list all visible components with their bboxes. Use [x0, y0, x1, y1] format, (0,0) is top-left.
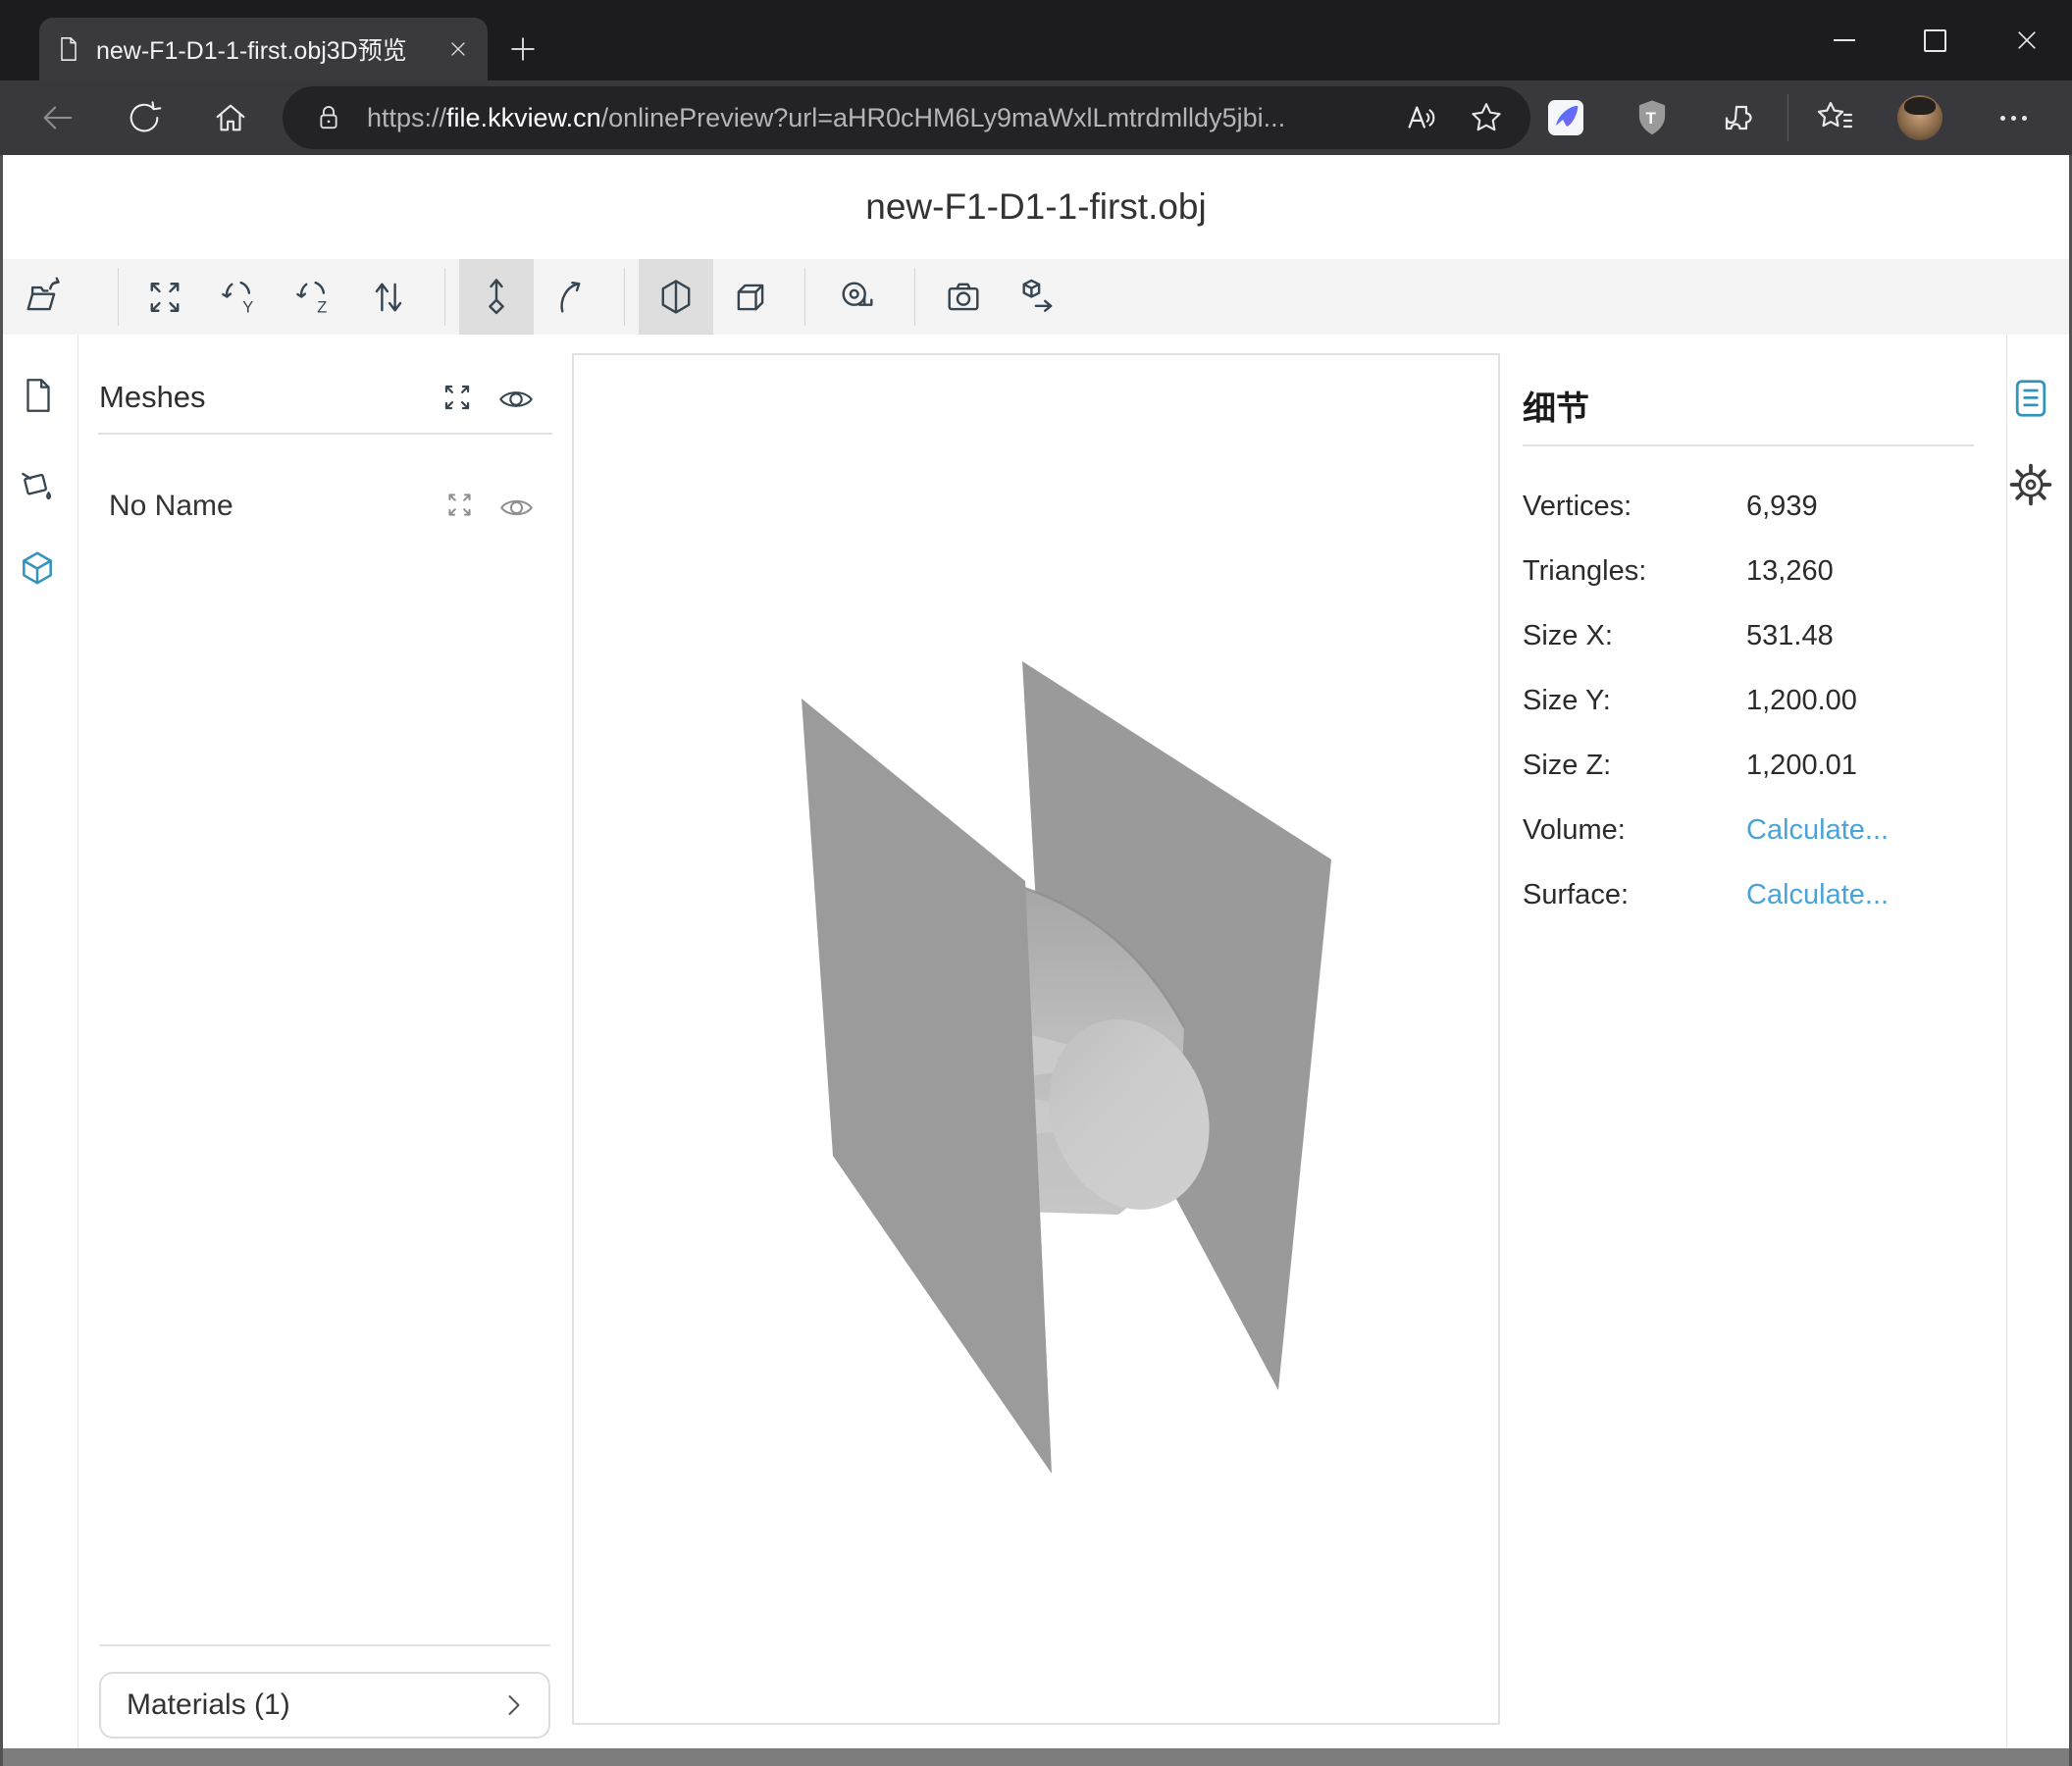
- detail-row: Triangles:13,260: [1523, 539, 1974, 603]
- details-panel-icon[interactable]: [2008, 376, 2053, 421]
- flip-up-vector-button[interactable]: [351, 259, 426, 335]
- tab-close-icon[interactable]: [446, 37, 470, 61]
- favorite-star-icon[interactable]: [1468, 99, 1505, 136]
- meshes-panel-icon[interactable]: [17, 548, 58, 590]
- vertices-value: 6,939: [1746, 491, 1818, 523]
- browser-tab[interactable]: new-F1-D1-1-first.obj3D预览: [39, 18, 488, 80]
- panel-divider: [1523, 444, 1974, 446]
- titlebar: new-F1-D1-1-first.obj3D预览: [0, 0, 2072, 80]
- preview-page: new-F1-D1-1-first.obj Y Z: [0, 155, 2072, 1748]
- meshes-panel-header: Meshes: [99, 374, 552, 421]
- window-maximize-button[interactable]: [1890, 0, 1981, 80]
- left-plane: [802, 699, 1052, 1474]
- url-scheme: https://: [367, 103, 446, 132]
- volume-calculate-link[interactable]: Calculate...: [1746, 814, 1889, 847]
- address-bar[interactable]: https://file.kkview.cn/onlinePreview?url…: [283, 86, 1530, 149]
- url-text: https://file.kkview.cn/onlinePreview?url…: [367, 103, 1285, 133]
- measure-button[interactable]: [820, 259, 895, 335]
- visibility-eye-icon[interactable]: [497, 381, 535, 414]
- extension-blue-icon[interactable]: [1546, 98, 1585, 137]
- viewport-3d[interactable]: [572, 353, 1500, 1725]
- settings-gear-icon[interactable]: [2006, 460, 2055, 509]
- details-panel-title: 细节: [1523, 382, 1589, 430]
- shading-mode-button[interactable]: [639, 259, 713, 335]
- window-close-button[interactable]: [1981, 0, 2072, 80]
- svg-text:T: T: [1646, 109, 1657, 128]
- mesh-name: No Name: [109, 490, 233, 523]
- surface-calculate-link[interactable]: Calculate...: [1746, 879, 1889, 911]
- window-bottom-edge: [0, 1748, 2072, 1766]
- fit-mesh-icon[interactable]: [444, 490, 475, 523]
- fit-to-window-button[interactable]: [128, 259, 202, 335]
- open-file-button[interactable]: [5, 259, 79, 335]
- detail-row: Size X:531.48: [1523, 603, 1974, 668]
- file-panel-icon[interactable]: [18, 375, 59, 416]
- chevron-right-icon: [499, 1690, 529, 1720]
- bounding-box-button[interactable]: [713, 259, 788, 335]
- profile-avatar[interactable]: [1897, 95, 1942, 140]
- up-vector-z-button[interactable]: Z: [277, 259, 351, 335]
- home-icon[interactable]: [212, 99, 249, 136]
- model-scene: [574, 355, 1498, 1723]
- detail-row: Surface:Calculate...: [1523, 862, 1974, 927]
- page-favicon-icon: [55, 35, 82, 63]
- toolbar-divider: [118, 268, 119, 326]
- panel-divider: [99, 1644, 550, 1646]
- window-minimize-button[interactable]: [1798, 0, 1890, 80]
- panel-divider: [98, 433, 552, 435]
- triangles-value: 13,260: [1746, 555, 1834, 588]
- meshes-panel-title: Meshes: [99, 380, 206, 415]
- toolbar-divider: [1787, 94, 1788, 141]
- new-tab-button[interactable]: [505, 31, 541, 67]
- detail-row: Volume:Calculate...: [1523, 798, 1974, 862]
- viewer-main: Meshes No Name: [0, 335, 2072, 1748]
- back-icon[interactable]: [39, 99, 77, 136]
- panel-divider: [2006, 335, 2007, 1748]
- size-z-value: 1,200.01: [1746, 750, 1857, 782]
- browser-window: new-F1-D1-1-first.obj3D预览 https://file.k…: [0, 0, 2072, 1766]
- svg-text:Z: Z: [317, 298, 327, 316]
- detail-row: Vertices:6,939: [1523, 474, 1974, 539]
- navigation-free-orbit-button[interactable]: [534, 259, 608, 335]
- up-vector-y-button[interactable]: Y: [202, 259, 277, 335]
- size-x-value: 531.48: [1746, 620, 1834, 652]
- export-model-button[interactable]: [1001, 259, 1075, 335]
- fit-meshes-icon[interactable]: [440, 381, 474, 414]
- read-aloud-icon[interactable]: [1403, 99, 1440, 136]
- toolbar-divider: [804, 268, 805, 326]
- extensions-puzzle-icon[interactable]: [1719, 98, 1758, 137]
- lock-icon[interactable]: [312, 101, 345, 134]
- refresh-icon[interactable]: [126, 99, 163, 136]
- viewer-toolbar: Y Z: [0, 259, 2072, 335]
- svg-text:Y: Y: [242, 298, 253, 316]
- toolbar-divider: [914, 268, 915, 326]
- collections-star-icon[interactable]: [1815, 98, 1854, 137]
- size-y-value: 1,200.00: [1746, 685, 1857, 717]
- mesh-visibility-eye-icon[interactable]: [498, 490, 535, 523]
- snapshot-button[interactable]: [926, 259, 1001, 335]
- browser-toolbar: https://file.kkview.cn/onlinePreview?url…: [0, 80, 2072, 155]
- details-table: Vertices:6,939 Triangles:13,260 Size X:5…: [1523, 474, 1974, 927]
- detail-row: Size Z:1,200.01: [1523, 733, 1974, 798]
- toolbar-divider: [624, 268, 625, 326]
- materials-panel-icon[interactable]: [17, 464, 58, 505]
- tab-title: new-F1-D1-1-first.obj3D预览: [96, 31, 407, 67]
- url-host: file.kkview.cn: [446, 103, 601, 132]
- window-left-edge: [0, 155, 3, 1766]
- detail-row: Size Y:1,200.00: [1523, 668, 1974, 733]
- materials-button[interactable]: Materials (1): [99, 1672, 550, 1739]
- toolbar-divider: [444, 268, 445, 326]
- url-path: /onlinePreview?url=aHR0cHM6Ly9maWxlLmtrd…: [601, 103, 1286, 132]
- navigation-fixed-up-button[interactable]: [459, 259, 534, 335]
- materials-button-label: Materials (1): [127, 1688, 290, 1722]
- more-menu-icon[interactable]: [1992, 98, 2035, 137]
- tampermonkey-shield-icon[interactable]: T: [1632, 98, 1672, 137]
- model-file-title: new-F1-D1-1-first.obj: [0, 186, 2072, 228]
- mesh-list-item[interactable]: No Name: [109, 484, 552, 529]
